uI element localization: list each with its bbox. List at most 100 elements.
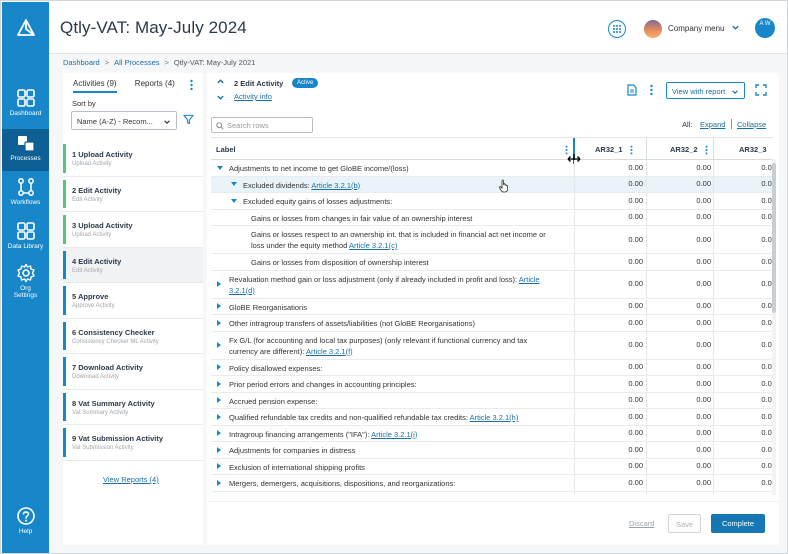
collapse-row-icon[interactable] <box>231 182 237 187</box>
activity-list-item[interactable]: 2 Edit Activity Edit Activity <box>63 176 203 212</box>
activity-info-link[interactable]: Activity info <box>234 92 272 101</box>
table-row[interactable]: Other intragroup transfers of assets/lia… <box>211 315 773 332</box>
cell-value[interactable]: 0.00 <box>716 301 773 310</box>
cell-value[interactable]: 0.00 <box>583 196 643 205</box>
cell-value[interactable]: 0.00 <box>651 362 711 371</box>
cell-value[interactable]: 0.00 <box>583 461 643 470</box>
chevron-down-icon[interactable] <box>216 93 225 102</box>
cell-value[interactable]: 0.00 <box>716 412 773 421</box>
activity-list-item[interactable]: 3 Upload Activity Upload Activity <box>63 212 203 248</box>
table-row[interactable]: Gains or losses from changes in fair val… <box>211 210 773 226</box>
cell-value[interactable]: 0.00 <box>583 428 643 437</box>
cell-value[interactable]: 0.00 <box>583 318 643 327</box>
sidebar-item-data-library[interactable]: Data Library <box>2 221 49 263</box>
cell-value[interactable]: 0.00 <box>651 318 711 327</box>
collapse-all-link[interactable]: Collapse <box>737 120 766 129</box>
cell-value[interactable]: 0.00 <box>716 179 773 188</box>
cell-value[interactable]: 0.00 <box>651 428 711 437</box>
cell-value[interactable]: 0.00 <box>651 461 711 470</box>
expand-row-icon[interactable] <box>217 342 221 348</box>
expand-row-icon[interactable] <box>217 430 221 437</box>
cell-value[interactable]: 0.00 <box>716 461 773 470</box>
discard-button[interactable]: Discard <box>629 519 654 528</box>
cell-value[interactable]: 0.00 <box>716 212 773 221</box>
cell-value[interactable]: 0.00 <box>651 301 711 310</box>
expand-row-icon[interactable] <box>217 413 221 420</box>
cell-value[interactable]: 0.00 <box>583 379 643 388</box>
table-row[interactable]: Excluded dividends: Article 3.2.1(b) 0.00… <box>211 176 773 193</box>
apps-grid-button[interactable] <box>608 20 626 38</box>
document-icon[interactable] <box>627 84 637 96</box>
article-link[interactable]: Article 3.2.1(f) <box>306 347 353 356</box>
cell-value[interactable]: 0.00 <box>651 235 711 244</box>
cell-value[interactable]: 0.00 <box>651 179 711 188</box>
article-link[interactable]: Article 3.2.1(h) <box>470 413 519 422</box>
tab-reports[interactable]: Reports (4) <box>135 79 175 91</box>
sidebar-item-org-settings[interactable]: Org Settings <box>2 263 49 305</box>
cell-value[interactable]: 0.00 <box>583 412 643 421</box>
cell-value[interactable]: 0.00 <box>583 494 643 495</box>
cell-value[interactable]: 0.00 <box>716 445 773 454</box>
table-row[interactable]: Gains or losses respect to an ownership … <box>211 226 773 254</box>
table-row[interactable]: Fx G/L (for accounting and local tax pur… <box>211 332 773 360</box>
cell-value[interactable]: 0.00 <box>716 279 773 288</box>
search-input[interactable]: Search rows <box>211 117 313 133</box>
cell-value[interactable]: 0.00 <box>716 318 773 327</box>
sort-select[interactable]: Name (A-Z) - Recom... <box>71 111 177 130</box>
sidebar-item-processes[interactable]: Processes <box>2 129 49 171</box>
user-avatar[interactable]: A W <box>755 18 775 38</box>
company-menu-button[interactable]: Company menu <box>668 24 724 33</box>
cell-value[interactable]: 0.00 <box>651 279 711 288</box>
tab-activities[interactable]: Activities (9) <box>73 79 117 93</box>
table-row[interactable]: Accrued pension expense: 0.00 0.00 0.00 <box>211 393 773 409</box>
expand-row-icon[interactable] <box>217 397 221 404</box>
kebab-menu-icon[interactable] <box>629 145 634 155</box>
cell-value[interactable]: 0.00 <box>651 379 711 388</box>
article-link[interactable]: Article 3.2.1(b) <box>311 181 360 190</box>
collapse-row-icon[interactable] <box>231 198 237 203</box>
cell-value[interactable]: 0.00 <box>583 279 643 288</box>
table-row[interactable]: Mergers, demergers, acquisitions, dispos… <box>211 475 773 492</box>
cell-value[interactable]: 0.00 <box>583 395 643 404</box>
cell-value[interactable]: 0.00 <box>583 179 643 188</box>
expand-row-icon[interactable] <box>217 319 221 326</box>
cell-value[interactable]: 0.00 <box>716 379 773 388</box>
kebab-menu-icon[interactable] <box>649 84 654 96</box>
breadcrumb-all-processes[interactable]: All Processes <box>114 58 159 67</box>
cell-value[interactable]: 0.00 <box>651 196 711 205</box>
breadcrumb-dashboard[interactable]: Dashboard <box>63 58 100 67</box>
filter-icon[interactable] <box>183 114 194 125</box>
cell-value[interactable]: 0.00 <box>651 445 711 454</box>
table-row[interactable]: Adjustments to net income to get GloBE i… <box>211 160 773 177</box>
column-header-ar32-3[interactable]: AR32_3 <box>739 145 767 154</box>
table-row[interactable]: Exclusion of international shipping prof… <box>211 459 773 475</box>
view-with-report-select[interactable]: View with report <box>666 82 745 99</box>
table-row[interactable]: Gains or losses from disposition of owne… <box>211 254 773 271</box>
cell-value[interactable]: 0.00 <box>716 163 773 172</box>
article-link[interactable]: Article 3.2.1(c) <box>349 241 397 250</box>
expand-all-link[interactable]: Expand <box>700 120 725 129</box>
table-row[interactable]: Revaluation method gain or loss adjustme… <box>211 271 773 299</box>
cell-value[interactable]: 0.00 <box>716 494 773 495</box>
cell-value[interactable]: 0.00 <box>583 235 643 244</box>
cell-value[interactable]: 0.00 <box>651 340 711 349</box>
sidebar-item-workflows[interactable]: Workflows <box>2 177 49 219</box>
company-avatar[interactable] <box>644 20 662 38</box>
cell-value[interactable]: 0.00 <box>716 257 773 266</box>
chevron-up-icon[interactable] <box>216 77 225 86</box>
expand-row-icon[interactable] <box>217 303 221 310</box>
help-button[interactable]: Help <box>2 506 49 548</box>
table-row[interactable]: Excluded equity gains of losses adjustme… <box>211 193 773 210</box>
table-row[interactable]: Intragroup financing arrangements ("IFA"… <box>211 426 773 442</box>
table-row[interactable]: 0.00 0.00 0.00 <box>211 492 773 495</box>
cell-value[interactable]: 0.00 <box>583 212 643 221</box>
cell-value[interactable]: 0.00 <box>651 257 711 266</box>
activity-list-item[interactable]: 1 Upload Activity Upload Activity <box>63 141 203 177</box>
table-row[interactable]: Adjustments for companies in distress 0.0… <box>211 442 773 459</box>
cell-value[interactable]: 0.00 <box>651 478 711 487</box>
cell-value[interactable]: 0.00 <box>716 395 773 404</box>
view-reports-link[interactable]: View Reports (4) <box>103 475 159 484</box>
activity-list-item[interactable]: 4 Edit Activity Edit Activity <box>63 247 203 283</box>
cell-value[interactable]: 0.00 <box>583 362 643 371</box>
kebab-menu-icon[interactable] <box>704 145 709 155</box>
